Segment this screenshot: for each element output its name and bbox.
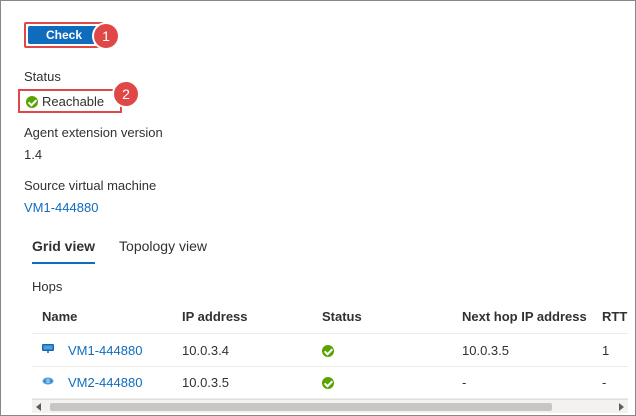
- check-button[interactable]: Check: [28, 26, 100, 44]
- column-header-status[interactable]: Status: [322, 309, 362, 324]
- tab-topology-view[interactable]: Topology view: [119, 238, 207, 264]
- hop-ip: 10.0.3.5: [182, 375, 229, 390]
- column-header-name[interactable]: Name: [42, 309, 77, 324]
- network-interface-icon: [42, 377, 54, 385]
- tab-grid-view[interactable]: Grid view: [32, 238, 96, 264]
- hop-ip: 10.0.3.4: [182, 343, 229, 358]
- agent-version-label: Agent extension version: [24, 125, 163, 140]
- table-header: Name IP address Status Next hop IP addre…: [32, 300, 628, 334]
- hop-rtt: 1: [602, 343, 610, 358]
- scroll-right-icon[interactable]: [619, 403, 624, 411]
- horizontal-scrollbar[interactable]: [32, 399, 628, 413]
- agent-version-value: 1.4: [24, 147, 43, 162]
- source-vm-label: Source virtual machine: [24, 178, 157, 193]
- callout-badge-2: 2: [114, 82, 138, 106]
- hops-title: Hops: [32, 279, 63, 294]
- hop-next-ip: 10.0.3.5: [462, 343, 509, 358]
- scroll-left-icon[interactable]: [36, 403, 41, 411]
- hop-name-link[interactable]: VM2-444880: [68, 375, 142, 390]
- status-label: Status: [24, 69, 61, 84]
- status-ok-icon: [322, 345, 334, 357]
- check-circle-icon: [26, 95, 38, 108]
- column-header-rtt[interactable]: RTT: [602, 309, 627, 324]
- hop-name-link[interactable]: VM1-444880: [68, 343, 142, 358]
- source-vm-link[interactable]: VM1-444880: [24, 200, 98, 215]
- table-row: VM2-444880 10.0.3.5 - -: [32, 367, 628, 399]
- callout-badge-1: 1: [94, 24, 118, 48]
- column-header-next-hop[interactable]: Next hop IP address: [462, 309, 587, 324]
- table-row: VM1-444880 10.0.3.4 10.0.3.5 1: [32, 335, 628, 367]
- scrollbar-thumb[interactable]: [50, 403, 552, 411]
- vm-monitor-icon: [42, 344, 54, 353]
- status-value: Reachable: [26, 94, 104, 109]
- status-highlight: Reachable: [18, 89, 122, 113]
- status-ok-icon: [322, 377, 334, 389]
- hop-next-ip: -: [462, 375, 467, 390]
- check-button-highlight: Check: [24, 22, 104, 48]
- column-header-ip[interactable]: IP address: [182, 309, 248, 324]
- hop-rtt: -: [602, 375, 607, 390]
- status-text: Reachable: [42, 94, 105, 109]
- view-tabs: Grid view Topology view: [32, 238, 207, 264]
